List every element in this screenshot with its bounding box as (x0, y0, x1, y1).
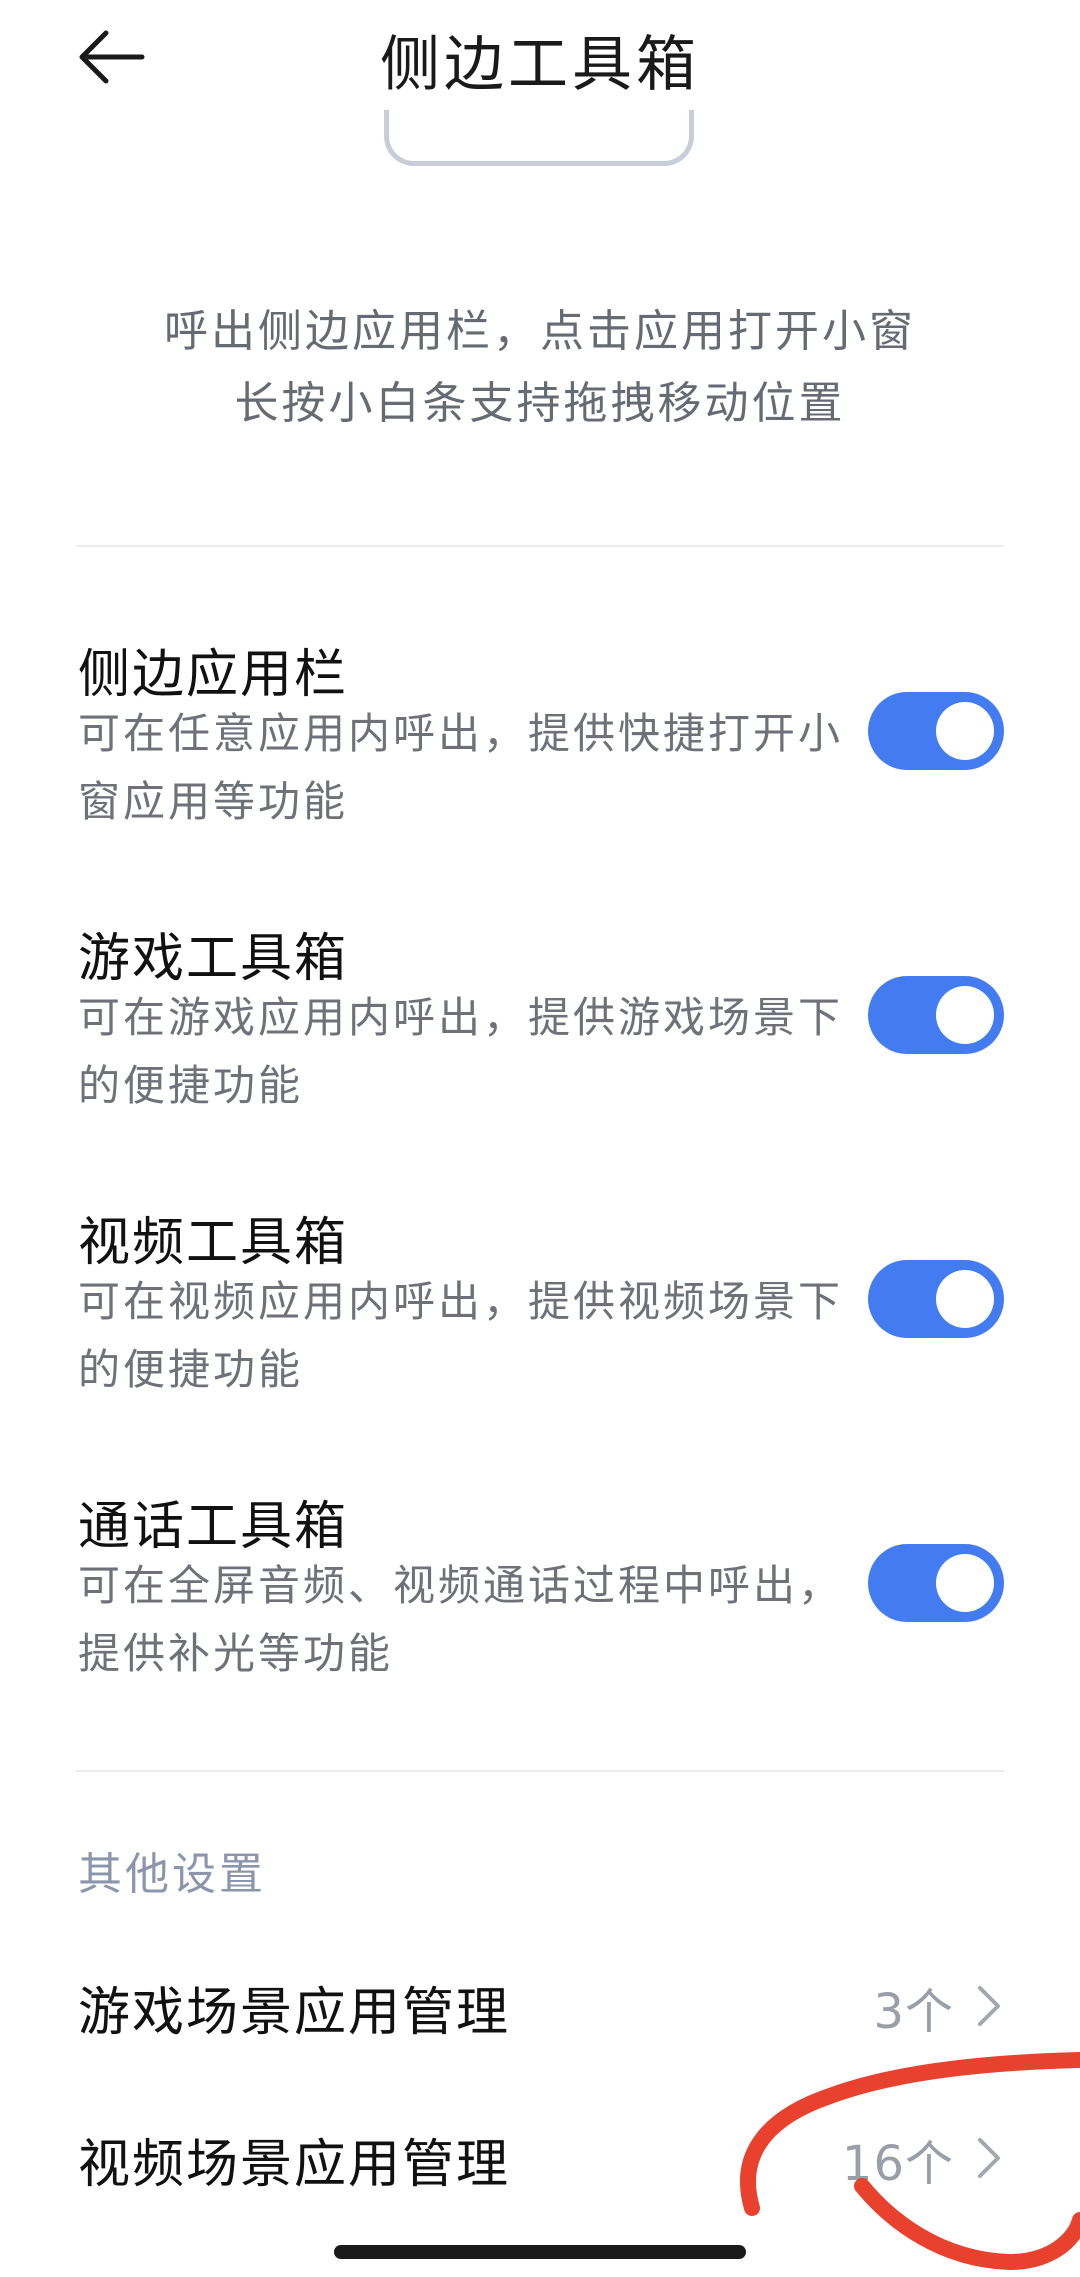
toggle-knob (936, 702, 994, 760)
divider (76, 1770, 1004, 1772)
side-app-bar-toggle[interactable] (868, 692, 1004, 770)
page-title: 侧边工具箱 (380, 30, 700, 100)
setting-title: 视频工具箱 (78, 1213, 349, 1273)
description-line: 长按小白条支持拖拽移动位置 (234, 378, 846, 429)
setting-row-game-toolbox: 游戏工具箱 可在游戏应用内呼出，提供游戏场景下的便捷功能 (78, 916, 1004, 1116)
feature-description: 呼出侧边应用栏，点击应用打开小窗 长按小白条支持拖拽移动位置 (80, 296, 1000, 440)
preview-illustration (384, 110, 694, 166)
section-header-other-settings: 其他设置 (78, 1849, 266, 1900)
video-toolbox-toggle[interactable] (868, 1260, 1004, 1338)
chevron-right-icon (978, 2138, 1000, 2178)
setting-description: 可在游戏应用内呼出，提供游戏场景下的便捷功能 (78, 993, 844, 1110)
setting-description: 可在视频应用内呼出，提供视频场景下的便捷功能 (78, 1277, 844, 1394)
toggle-knob (936, 1554, 994, 1612)
setting-row-side-app-bar: 侧边应用栏 可在任意应用内呼出，提供快捷打开小窗应用等功能 (78, 632, 1004, 832)
chevron-right-icon (978, 1986, 1000, 2026)
home-indicator[interactable] (334, 2245, 746, 2259)
game-toolbox-toggle[interactable] (868, 976, 1004, 1054)
video-scene-app-management[interactable]: 视频场景应用管理 16个 (78, 2100, 1004, 2210)
setting-description: 可在全屏音频、视频通话过程中呼出，提供补光等功能 (78, 1561, 844, 1678)
setting-row-video-toolbox: 视频工具箱 可在视频应用内呼出，提供视频场景下的便捷功能 (78, 1200, 1004, 1400)
toggle-knob (936, 986, 994, 1044)
app-count-value: 16个 (841, 2136, 954, 2192)
nav-label: 视频场景应用管理 (78, 2135, 511, 2195)
setting-description: 可在任意应用内呼出，提供快捷打开小窗应用等功能 (78, 709, 844, 826)
toggle-knob (936, 1270, 994, 1328)
call-toolbox-toggle[interactable] (868, 1544, 1004, 1622)
nav-label: 游戏场景应用管理 (78, 1983, 511, 2043)
setting-row-call-toolbox: 通话工具箱 可在全屏音频、视频通话过程中呼出，提供补光等功能 (78, 1484, 1004, 1684)
setting-title: 通话工具箱 (78, 1497, 349, 1557)
description-line: 呼出侧边应用栏，点击应用打开小窗 (164, 306, 916, 357)
setting-title: 游戏工具箱 (78, 929, 349, 989)
divider (76, 545, 1004, 547)
game-scene-app-management[interactable]: 游戏场景应用管理 3个 (78, 1948, 1004, 2058)
header: 侧边工具箱 (0, 0, 1080, 120)
setting-title: 侧边应用栏 (78, 645, 349, 705)
app-count-value: 3个 (873, 1984, 954, 2040)
